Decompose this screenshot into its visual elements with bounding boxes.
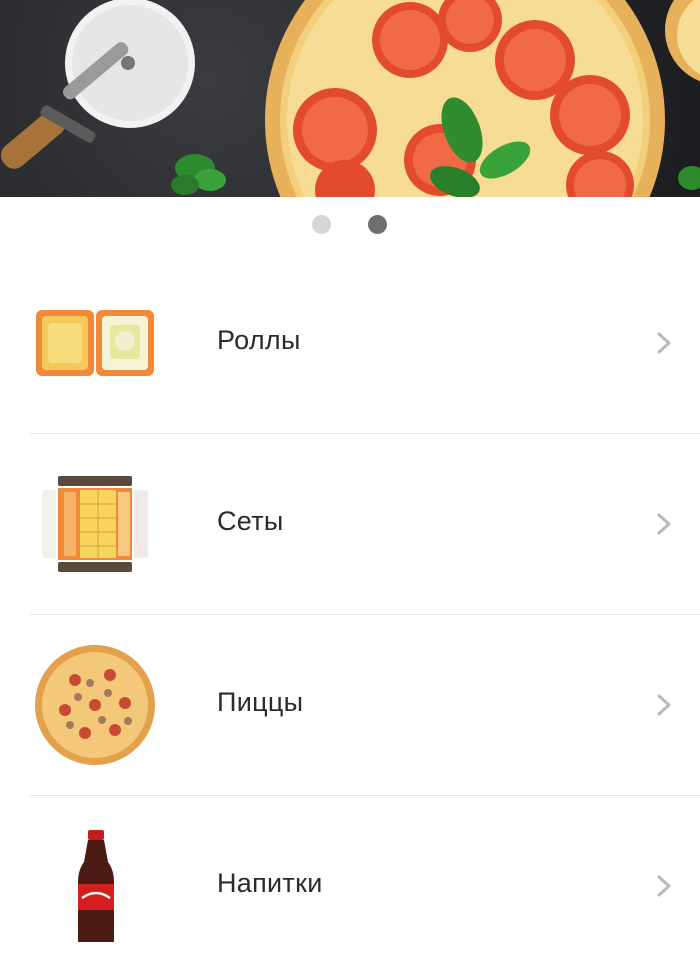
carousel-dot-2[interactable] [368, 215, 387, 234]
category-label: Роллы [217, 325, 301, 355]
rolls-image [36, 310, 154, 376]
carousel-dot-1[interactable] [312, 215, 331, 234]
category-label: Пиццы [217, 687, 304, 717]
promo-banner[interactable] [0, 0, 700, 197]
chevron-right-icon [657, 332, 671, 354]
category-item-rolls[interactable]: Роллы [0, 253, 700, 434]
banner-pizza-image [0, 0, 700, 197]
parsley-icon [171, 154, 226, 195]
category-label: Сеты [217, 506, 284, 536]
category-item-pizza[interactable]: Пиццы [0, 615, 700, 796]
category-item-drinks[interactable]: Напитки [0, 796, 700, 977]
pizza-icon [265, 0, 665, 197]
chevron-right-icon [657, 875, 671, 897]
drinks-image [78, 830, 114, 942]
category-item-sets[interactable]: Сеты [0, 434, 700, 615]
pizza-cutter-icon [0, 0, 195, 169]
carousel-indicator [0, 197, 700, 253]
category-list: Роллы Сеты Пиццы Напитки [0, 253, 700, 977]
pizza-image [35, 645, 155, 765]
sushi-set-image [42, 476, 148, 572]
category-label: Напитки [217, 868, 323, 898]
chevron-right-icon [657, 694, 671, 716]
chevron-right-icon [657, 513, 671, 535]
